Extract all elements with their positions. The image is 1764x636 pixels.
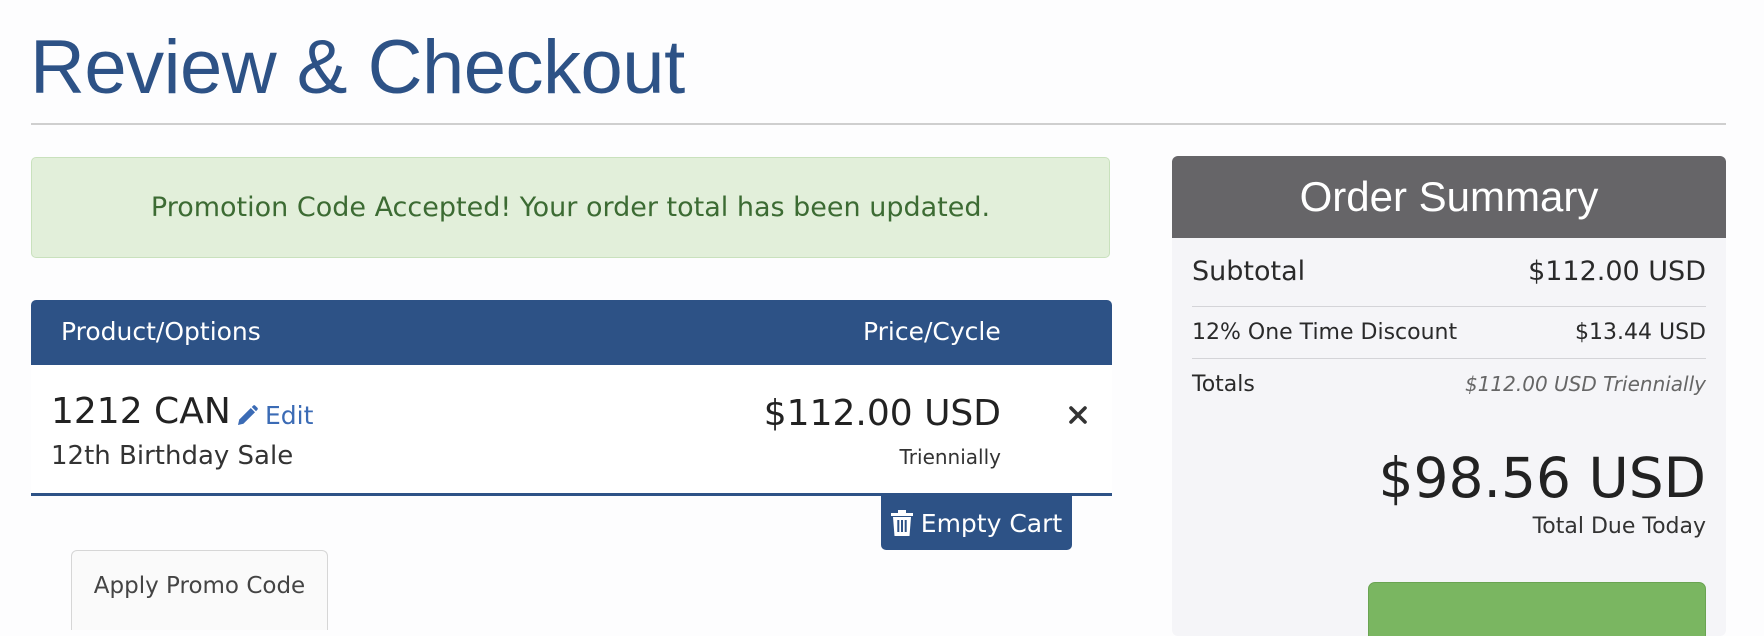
discount-line: 12% One Time Discount $13.44 USD bbox=[1192, 320, 1706, 345]
product-price: $112.00 USD bbox=[763, 393, 1001, 434]
header-product-options: Product/Options bbox=[61, 317, 261, 346]
edit-label: Edit bbox=[265, 401, 314, 430]
total-due-label: Total Due Today bbox=[1532, 514, 1706, 539]
header-price-cycle: Price/Cycle bbox=[863, 317, 1001, 346]
discount-label: 12% One Time Discount bbox=[1192, 320, 1458, 345]
promo-tab-label: Apply Promo Code bbox=[93, 573, 306, 599]
billing-cycle: Triennially bbox=[899, 445, 1001, 469]
totals-label: Totals bbox=[1192, 372, 1255, 397]
order-summary-panel: Order Summary Subtotal $112.00 USD 12% O… bbox=[1172, 156, 1726, 636]
subtotal-label: Subtotal bbox=[1192, 256, 1306, 287]
title-divider bbox=[31, 123, 1726, 125]
totals-line: Totals $112.00 USD Triennially bbox=[1192, 372, 1706, 397]
summary-divider bbox=[1192, 306, 1706, 307]
pencil-icon bbox=[238, 404, 258, 425]
subtotal-line: Subtotal $112.00 USD bbox=[1192, 256, 1706, 287]
empty-cart-button[interactable]: Empty Cart bbox=[881, 496, 1072, 550]
product-group: 12th Birthday Sale bbox=[51, 441, 294, 471]
total-due-amount: $98.56 USD bbox=[1378, 446, 1706, 510]
trash-icon bbox=[890, 510, 913, 536]
order-summary-title: Order Summary bbox=[1172, 156, 1726, 238]
edit-product-link[interactable]: Edit bbox=[235, 401, 313, 430]
discount-value: $13.44 USD bbox=[1575, 320, 1706, 345]
alert-message: Promotion Code Accepted! Your order tota… bbox=[150, 192, 991, 223]
empty-cart-label: Empty Cart bbox=[920, 508, 1063, 538]
product-name: 1212 CAN bbox=[51, 391, 231, 432]
promo-success-alert: Promotion Code Accepted! Your order tota… bbox=[31, 157, 1110, 258]
checkout-button[interactable] bbox=[1368, 582, 1706, 636]
subtotal-value: $112.00 USD bbox=[1528, 256, 1706, 287]
summary-divider bbox=[1192, 358, 1706, 359]
cart-item-row: 1212 CAN Edit 12th Birthday Sale $112.00… bbox=[31, 365, 1112, 496]
page-title: Review & Checkout bbox=[30, 25, 685, 110]
cart-table-header: Product/Options Price/Cycle bbox=[31, 300, 1112, 365]
cart-table: Product/Options Price/Cycle 1212 CAN Edi… bbox=[31, 300, 1112, 496]
totals-value: $112.00 USD Triennially bbox=[1464, 372, 1706, 396]
close-icon[interactable] bbox=[1068, 405, 1088, 425]
apply-promo-code-tab[interactable]: Apply Promo Code bbox=[71, 550, 328, 630]
